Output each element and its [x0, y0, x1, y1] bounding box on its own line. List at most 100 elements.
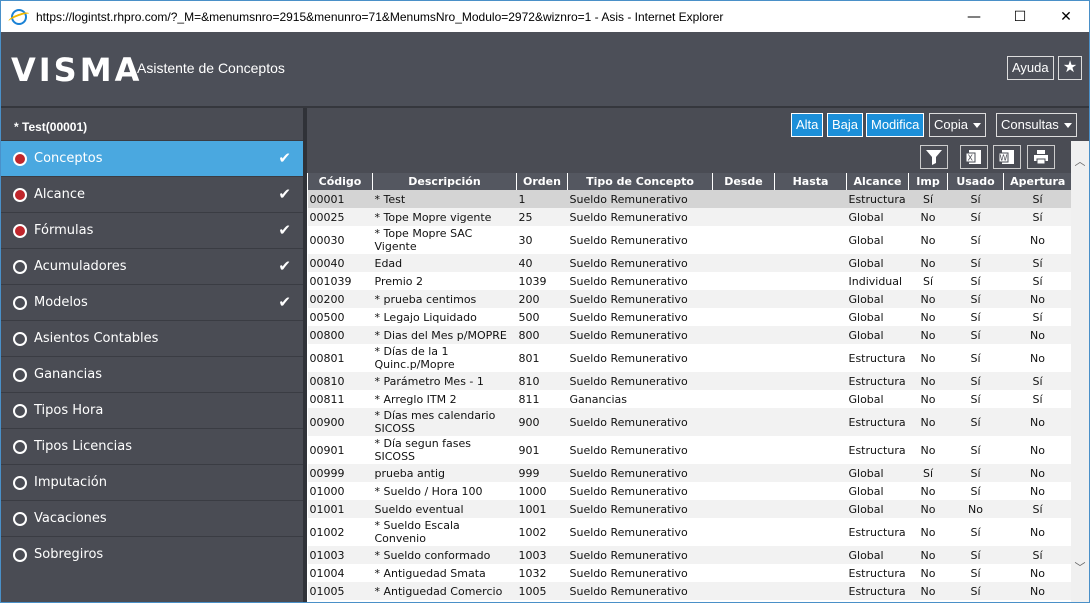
- table-row[interactable]: 00800 * Dias del Mes p/MOPRE 800 Sueldo Rem…: [307, 326, 1071, 344]
- table-cell: * Antiguedad Comercio: [372, 582, 517, 600]
- table-row[interactable]: 00025 * Tope Mopre vigente 25 Sueldo Remune…: [307, 208, 1071, 226]
- filter-icon[interactable]: [920, 145, 948, 169]
- status-dot-icon: [13, 223, 27, 238]
- sidebar-item[interactable]: Tipos Licencias: [1, 428, 303, 464]
- table-row[interactable]: 00030 * Tope Mopre SAC Vigente 30 Sueldo Re…: [308, 226, 1072, 254]
- table-cell: [712, 208, 775, 226]
- sidebar-item[interactable]: Modelos ✔: [1, 284, 303, 320]
- column-header[interactable]: Imp: [908, 173, 948, 190]
- table-cell: [775, 226, 847, 254]
- table-cell: Global: [848, 484, 884, 498]
- table-cell: [775, 390, 847, 408]
- scroll-down-icon[interactable]: ﹀: [1071, 559, 1089, 577]
- scroll-up-icon[interactable]: ︿: [1071, 153, 1089, 171]
- table-cell: * Sueldo / Hora 100: [374, 484, 483, 498]
- maximize-button[interactable]: ☐: [997, 1, 1043, 32]
- close-button[interactable]: ✕: [1043, 1, 1089, 32]
- table-row[interactable]: 01005 * Antiguedad Comercio 1005 Sueldo Rem…: [307, 582, 1071, 600]
- excel-icon[interactable]: X: [960, 145, 988, 169]
- table-cell: No: [920, 310, 936, 324]
- table-row[interactable]: 00900 * Días mes calendario SICOSS 900 Suel…: [307, 408, 1071, 436]
- sidebar-item[interactable]: Vacaciones: [1, 500, 303, 536]
- sidebar-item[interactable]: Ganancias: [1, 356, 303, 392]
- table-row[interactable]: 00040 Edad 40 Sueldo Remunerativo Global No Sí…: [307, 254, 1071, 272]
- status-dot-icon: [13, 367, 27, 382]
- table-cell: Sueldo Remunerativo: [569, 310, 688, 324]
- table-row[interactable]: 00001 * Test 1 Sueldo Remunerativo Estructur…: [307, 190, 1071, 208]
- sidebar-item-label: Fórmulas: [34, 223, 94, 238]
- table-row[interactable]: 00810 * Parámetro Mes - 1 810 Sueldo Remune…: [307, 372, 1071, 390]
- status-dot-icon: [13, 331, 27, 346]
- column-header[interactable]: Desde: [712, 173, 775, 190]
- table-cell: 00200: [307, 290, 373, 308]
- table-row[interactable]: 00200 * prueba centimos 200 Sueldo Remunera…: [307, 290, 1071, 308]
- table-cell: [713, 390, 775, 408]
- copia-dropdown[interactable]: Copia: [929, 113, 986, 137]
- column-header[interactable]: Orden: [516, 173, 568, 190]
- table-cell: [713, 518, 775, 546]
- table-cell: [713, 436, 775, 464]
- table-cell: [774, 326, 847, 344]
- table-cell: 1002: [518, 525, 547, 539]
- word-icon[interactable]: W: [993, 145, 1021, 169]
- sidebar-item-label: Vacaciones: [34, 511, 107, 526]
- table-row[interactable]: 01003 * Sueldo conformado 1003 Sueldo Remun…: [307, 546, 1071, 564]
- sidebar-item[interactable]: Tipos Hora: [1, 392, 303, 428]
- favorite-star-icon[interactable]: ★: [1058, 56, 1082, 80]
- minimize-button[interactable]: —: [951, 1, 997, 32]
- column-header[interactable]: Tipo de Concepto: [567, 173, 713, 190]
- sidebar-item[interactable]: Imputación: [1, 464, 303, 500]
- table-cell: No: [1003, 290, 1071, 308]
- table-cell: * Día segun fases SICOSS: [374, 437, 472, 463]
- sidebar-item[interactable]: Conceptos ✔: [1, 140, 303, 176]
- table-row[interactable]: 001039 Premio 2 1039 Sueldo Remunerativo Ind…: [308, 272, 1072, 290]
- column-header[interactable]: Descripción: [372, 173, 517, 190]
- sidebar-item[interactable]: Alcance ✔: [1, 176, 303, 212]
- table-row[interactable]: 00999 prueba antig 999 Sueldo Remunerativo G…: [307, 464, 1071, 482]
- table-cell: Estructura: [846, 372, 909, 390]
- column-header[interactable]: Alcance: [846, 173, 909, 190]
- table-cell: Sí: [1032, 274, 1043, 288]
- table-cell: [713, 564, 775, 582]
- consultas-dropdown[interactable]: Consultas: [996, 113, 1077, 137]
- help-button[interactable]: Ayuda: [1007, 56, 1054, 80]
- table-row[interactable]: 00811 * Arreglo ITM 2 811 Ganancias Global No…: [308, 390, 1072, 408]
- table-cell: Sí: [908, 190, 948, 208]
- column-header[interactable]: Apertura: [1003, 173, 1071, 190]
- table-cell: Estructura: [848, 443, 906, 457]
- table-row[interactable]: 00500 * Legajo Liquidado 500 Sueldo Remuner…: [308, 308, 1072, 326]
- table-cell: 00811: [309, 392, 345, 406]
- alta-button[interactable]: Alta: [791, 113, 824, 137]
- sidebar-item[interactable]: Asientos Contables: [1, 320, 303, 356]
- column-header[interactable]: Código: [307, 173, 373, 190]
- sidebar-item[interactable]: Acumuladores ✔: [1, 248, 303, 284]
- vertical-scrollbar[interactable]: ︿ ﹀: [1071, 141, 1089, 602]
- sidebar-item[interactable]: Fórmulas ✔: [1, 212, 303, 248]
- table-cell: 200: [516, 290, 568, 308]
- table-cell: Global: [846, 208, 909, 226]
- table-row[interactable]: 01002 * Sueldo Escala Convenio 1002 Sueldo …: [308, 518, 1072, 546]
- table-cell: [712, 290, 775, 308]
- table-row[interactable]: 00801 * Días de la 1 Quinc.p/Mopre 801 Suel…: [308, 344, 1072, 372]
- table-cell: No: [920, 525, 936, 539]
- baja-button[interactable]: Baja: [827, 113, 864, 137]
- table-row[interactable]: 01001 Sueldo eventual 1001 Sueldo Remunerat…: [307, 500, 1071, 518]
- modifica-button[interactable]: Modifica: [866, 113, 925, 137]
- table-cell: Edad: [372, 254, 517, 272]
- table-cell: 00801: [309, 351, 345, 365]
- column-header[interactable]: Hasta: [774, 173, 847, 190]
- sidebar-item[interactable]: Sobregiros: [1, 536, 303, 572]
- table-cell: [775, 272, 847, 290]
- column-header[interactable]: Usado: [947, 173, 1004, 190]
- table-cell: [775, 344, 847, 372]
- table-cell: 999: [516, 464, 568, 482]
- table-cell: Sí: [1003, 208, 1071, 226]
- table-cell: No: [947, 500, 1004, 518]
- table-row[interactable]: 01004 * Antiguedad Smata 1032 Sueldo Remune…: [308, 564, 1072, 582]
- table-row[interactable]: 00901 * Día segun fases SICOSS 901 Sueldo R…: [308, 436, 1072, 464]
- table-row[interactable]: 01000 * Sueldo / Hora 100 1000 Sueldo Remun…: [308, 482, 1072, 500]
- table-cell: * Sueldo conformado: [372, 546, 517, 564]
- table-cell: 40: [516, 254, 568, 272]
- table-cell: [712, 464, 775, 482]
- print-icon[interactable]: [1027, 145, 1055, 169]
